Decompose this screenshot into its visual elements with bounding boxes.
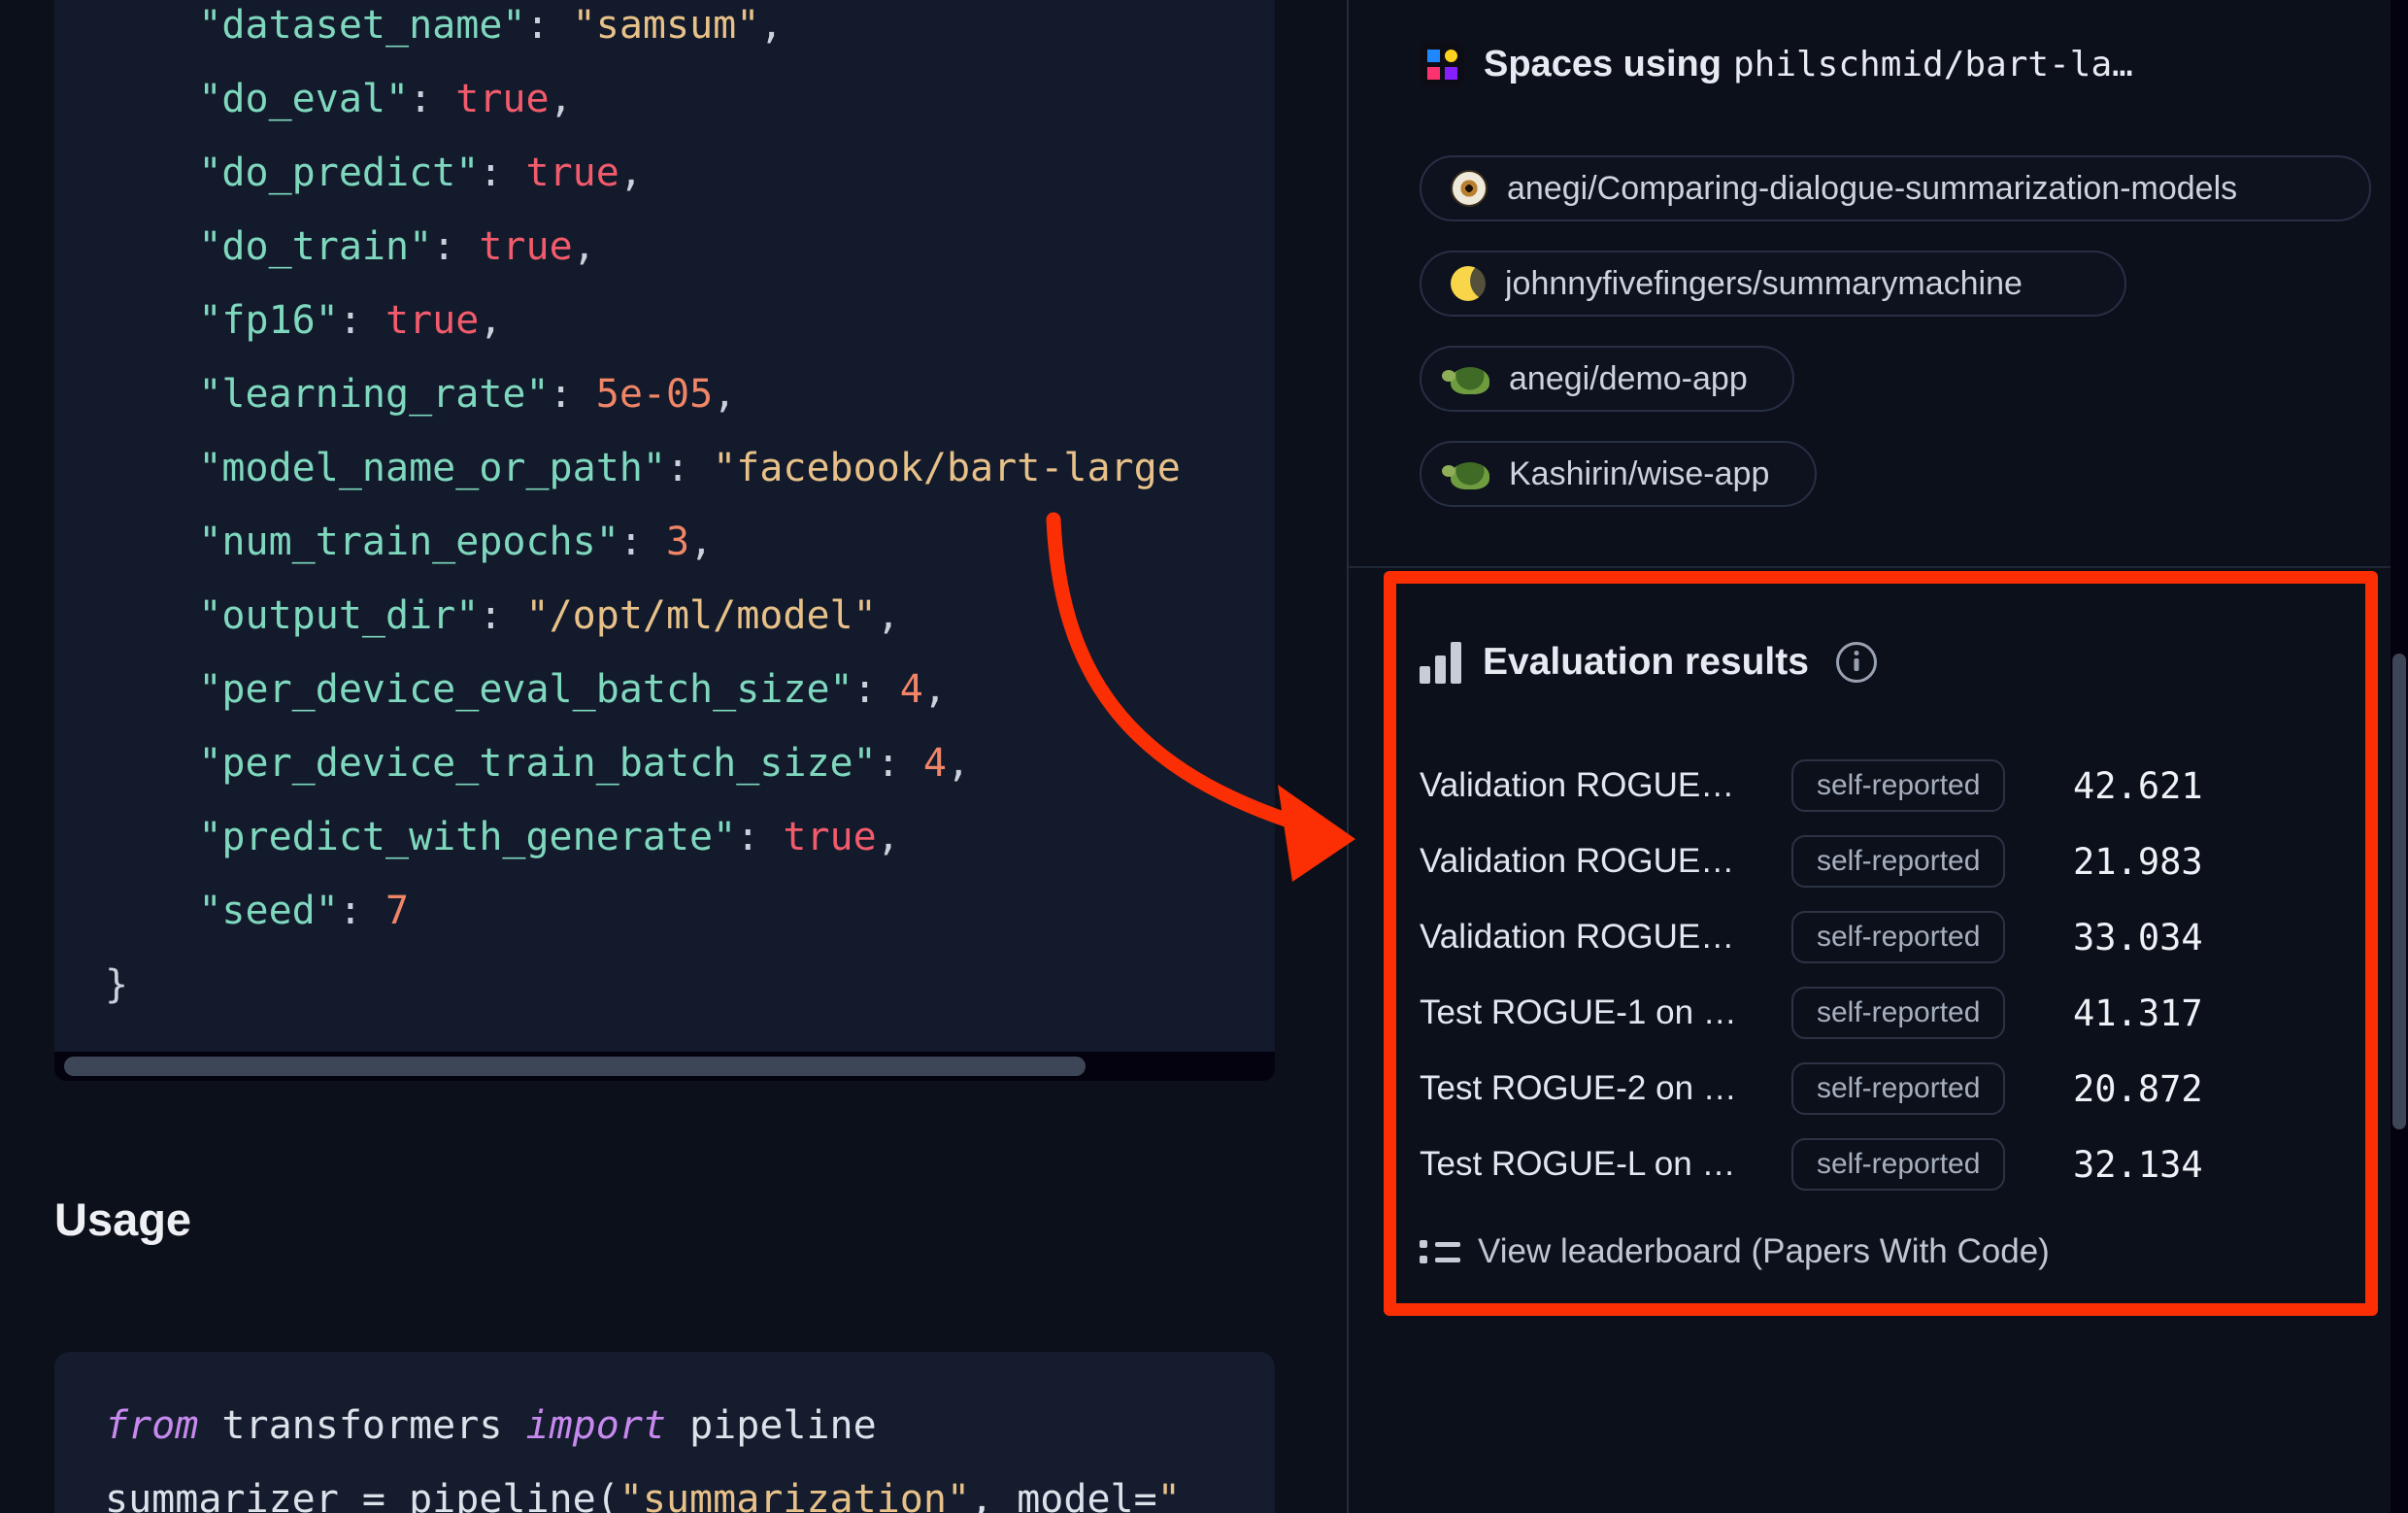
self-reported-badge: self-reported <box>1791 759 2005 812</box>
metric-value: 41.317 <box>1990 992 2376 1034</box>
spaces-icon-purple-square <box>1445 67 1457 80</box>
usage-heading: Usage <box>54 1193 191 1246</box>
self-reported-badge: self-reported <box>1791 911 2005 963</box>
evaluation-results-header: Evaluation results <box>1420 641 1877 684</box>
code-line: from transformers import pipeline <box>105 1389 1275 1463</box>
spaces-icon-pink-square <box>1427 67 1440 80</box>
metric-value: 42.621 <box>1990 765 2376 807</box>
code-line: "fp16": true, <box>105 284 1275 357</box>
bar-chart-icon <box>1420 641 1461 684</box>
usage-code-block: from transformers import pipelinesummari… <box>54 1352 1275 1513</box>
metric-row: Test ROGUE-2 on …self-reported20.872 <box>1420 1051 2376 1126</box>
metric-name: Validation ROGUE… <box>1420 918 1791 957</box>
code-line: "do_train": true, <box>105 210 1275 284</box>
usage-code: from transformers import pipelinesummari… <box>54 1389 1275 1513</box>
self-reported-badge: self-reported <box>1791 987 2005 1039</box>
self-reported-badge: self-reported <box>1791 1138 2005 1191</box>
spaces-section-model-name: philschmid/bart-la… <box>1733 45 2133 84</box>
info-icon[interactable] <box>1836 642 1877 683</box>
spaces-icon-yellow-circle <box>1445 50 1457 62</box>
code-line: "per_device_eval_batch_size": 4, <box>105 653 1275 726</box>
metric-value: 20.872 <box>1990 1068 2376 1110</box>
metric-name: Test ROGUE-2 on … <box>1420 1069 1791 1108</box>
json-config-code: "dataset_name": "samsum", "do_eval": tru… <box>54 0 1275 1022</box>
space-pill-label: anegi/demo-app <box>1509 360 1748 398</box>
spaces-icon <box>1420 42 1464 86</box>
spaces-icon-blue-square <box>1427 50 1440 62</box>
self-reported-badge: self-reported <box>1791 835 2005 888</box>
page-vertical-scrollbar-thumb[interactable] <box>2392 654 2406 1129</box>
metric-value: 33.034 <box>1990 917 2376 958</box>
turtle-icon <box>1451 367 1489 394</box>
turtle-icon <box>1451 462 1489 489</box>
code-line: "do_predict": true, <box>105 136 1275 210</box>
space-pill-label: johnnyfivefingers/summarymachine <box>1505 265 2023 303</box>
code-line: "num_train_epochs": 3, <box>105 505 1275 579</box>
metric-name: Test ROGUE-1 on … <box>1420 993 1791 1032</box>
space-pill[interactable]: johnnyfivefingers/summarymachine <box>1420 251 2126 317</box>
space-pill-label: Kashirin/wise-app <box>1509 455 1769 493</box>
view-leaderboard-link[interactable]: View leaderboard (Papers With Code) <box>1420 1229 2050 1274</box>
metric-row: Validation ROGUE…self-reported42.621 <box>1420 748 2376 824</box>
leaderboard-list-icon <box>1420 1240 1460 1263</box>
view-leaderboard-label: View leaderboard (Papers With Code) <box>1478 1232 2050 1271</box>
spaces-section-header: Spaces using philschmid/bart-la… <box>1420 37 2133 91</box>
evaluation-metrics-table: Validation ROGUE…self-reported42.621Vali… <box>1420 748 2376 1202</box>
sidebar-section-divider <box>1349 566 2391 568</box>
sidebar-vertical-divider <box>1347 0 1349 1513</box>
space-pill[interactable]: anegi/Comparing-dialogue-summarization-m… <box>1420 155 2371 221</box>
json-config-code-block: "dataset_name": "samsum", "do_eval": tru… <box>54 0 1275 1052</box>
metric-value: 32.134 <box>1990 1144 2376 1186</box>
metric-row: Validation ROGUE…self-reported33.034 <box>1420 899 2376 975</box>
metric-name: Validation ROGUE… <box>1420 842 1791 881</box>
code-horizontal-scrollbar-thumb[interactable] <box>64 1057 1086 1076</box>
metric-row: Validation ROGUE…self-reported21.983 <box>1420 824 2376 899</box>
eye-icon <box>1451 170 1488 207</box>
self-reported-badge: self-reported <box>1791 1062 2005 1115</box>
code-line: "learning_rate": 5e-05, <box>105 357 1275 431</box>
code-line: "predict_with_generate": true, <box>105 800 1275 874</box>
code-line: "output_dir": "/opt/ml/model", <box>105 579 1275 653</box>
code-line: "do_eval": true, <box>105 62 1275 136</box>
metric-name: Test ROGUE-L on … <box>1420 1145 1791 1184</box>
space-pill-label: anegi/Comparing-dialogue-summarization-m… <box>1507 170 2237 208</box>
metric-value: 21.983 <box>1990 841 2376 883</box>
spaces-section-title: Spaces using <box>1484 44 1722 85</box>
moon-icon <box>1451 266 1486 301</box>
space-pill[interactable]: Kashirin/wise-app <box>1420 441 1817 507</box>
code-line: "per_device_train_batch_size": 4, <box>105 726 1275 800</box>
code-line: "seed": 7 <box>105 874 1275 948</box>
code-line: "model_name_or_path": "facebook/bart-lar… <box>105 431 1275 505</box>
evaluation-results-title: Evaluation results <box>1483 641 1809 684</box>
code-line: summarizer = pipeline("summarization", m… <box>105 1463 1275 1513</box>
code-horizontal-scrollbar[interactable] <box>54 1052 1275 1081</box>
metric-row: Test ROGUE-L on …self-reported32.134 <box>1420 1126 2376 1202</box>
page-vertical-scrollbar[interactable] <box>2391 0 2408 1513</box>
code-line: "dataset_name": "samsum", <box>105 0 1275 62</box>
code-line: } <box>105 948 1275 1022</box>
metric-row: Test ROGUE-1 on …self-reported41.317 <box>1420 975 2376 1051</box>
metric-name: Validation ROGUE… <box>1420 766 1791 805</box>
space-pill[interactable]: anegi/demo-app <box>1420 346 1794 412</box>
